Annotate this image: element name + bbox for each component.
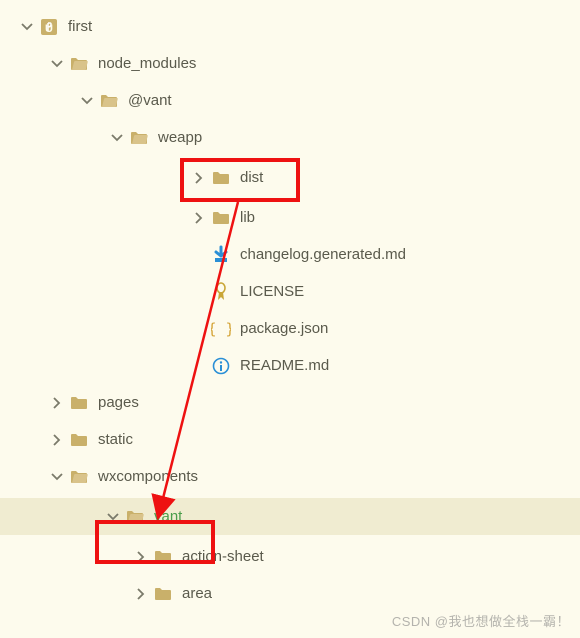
tree-row-node-modules[interactable]: node_modules <box>0 45 580 82</box>
tree-row-wxcomponents[interactable]: wxcomponents <box>0 458 580 495</box>
tree-row-lib[interactable]: lib <box>0 199 580 236</box>
file-tree: first node_modules @vant weapp dist lib <box>0 0 580 612</box>
tree-row-readme[interactable]: README.md <box>0 347 580 384</box>
folder-open-icon <box>68 466 90 488</box>
tree-row-area[interactable]: area <box>0 575 580 612</box>
folder-closed-icon <box>210 167 232 189</box>
tree-label: node_modules <box>98 55 196 72</box>
tree-label: dist <box>240 169 263 186</box>
tree-row-weapp[interactable]: weapp <box>0 119 580 156</box>
tree-label: weapp <box>158 129 202 146</box>
tree-label: changelog.generated.md <box>240 246 406 263</box>
project-icon <box>38 16 60 38</box>
chevron-down-icon <box>48 55 66 73</box>
tree-label: pages <box>98 394 139 411</box>
tree-row-license[interactable]: LICENSE <box>0 273 580 310</box>
tree-label: LICENSE <box>240 283 304 300</box>
chevron-right-icon <box>48 431 66 449</box>
tree-label: first <box>68 18 92 35</box>
chevron-right-icon <box>132 585 150 603</box>
markdown-file-icon <box>210 244 232 266</box>
tree-row-vant[interactable]: vant <box>0 498 580 535</box>
tree-row-root[interactable]: first <box>0 8 580 45</box>
license-file-icon <box>210 281 232 303</box>
tree-label: @vant <box>128 92 172 109</box>
tree-label: wxcomponents <box>98 468 198 485</box>
folder-open-icon <box>68 53 90 75</box>
watermark-text: CSDN @我也想做全栈一霸！ <box>392 611 570 630</box>
chevron-down-icon <box>104 508 122 526</box>
tree-label: action-sheet <box>182 548 264 565</box>
tree-row-pages[interactable]: pages <box>0 384 580 421</box>
chevron-down-icon <box>108 129 126 147</box>
chevron-right-icon <box>190 209 208 227</box>
tree-label: static <box>98 431 133 448</box>
tree-row-vant-scope[interactable]: @vant <box>0 82 580 119</box>
folder-open-icon <box>98 90 120 112</box>
chevron-right-icon <box>190 169 208 187</box>
folder-closed-icon <box>152 546 174 568</box>
chevron-down-icon <box>78 92 96 110</box>
tree-label: area <box>182 585 212 602</box>
tree-row-static[interactable]: static <box>0 421 580 458</box>
chevron-right-icon <box>48 394 66 412</box>
folder-closed-icon <box>152 583 174 605</box>
tree-row-changelog[interactable]: changelog.generated.md <box>0 236 580 273</box>
info-file-icon <box>210 355 232 377</box>
tree-label: vant <box>154 508 182 525</box>
folder-closed-icon <box>68 392 90 414</box>
tree-row-dist[interactable]: dist <box>0 159 580 196</box>
chevron-down-icon <box>48 468 66 486</box>
tree-label: package.json <box>240 320 328 337</box>
tree-label: lib <box>240 209 255 226</box>
json-file-icon <box>210 318 232 340</box>
folder-open-icon <box>128 127 150 149</box>
folder-closed-icon <box>210 207 232 229</box>
chevron-down-icon <box>18 18 36 36</box>
folder-open-icon <box>124 506 146 528</box>
tree-label: README.md <box>240 357 329 374</box>
tree-row-package-json[interactable]: package.json <box>0 310 580 347</box>
folder-closed-icon <box>68 429 90 451</box>
tree-row-action-sheet[interactable]: action-sheet <box>0 538 580 575</box>
chevron-right-icon <box>132 548 150 566</box>
